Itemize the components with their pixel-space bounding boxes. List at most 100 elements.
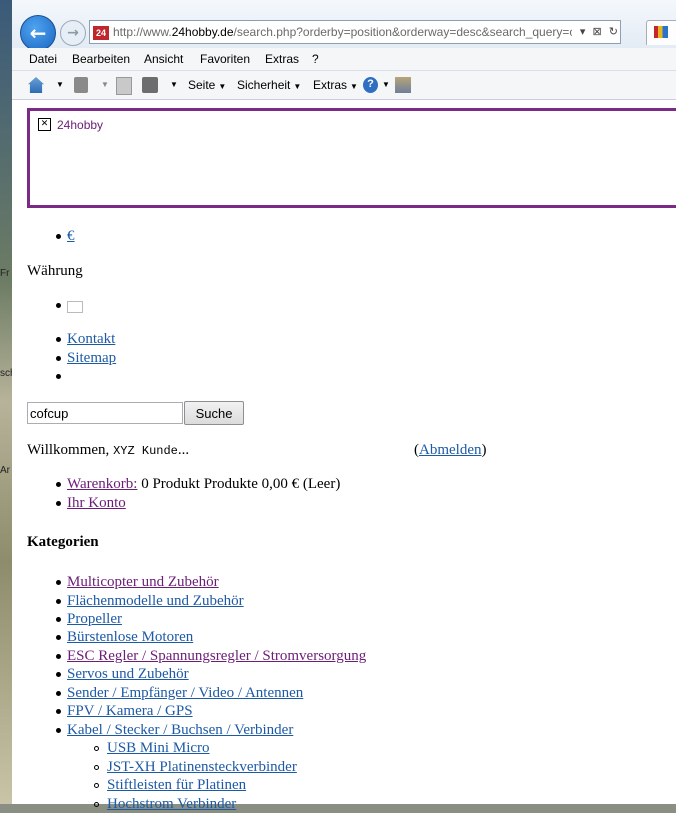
broken-image-icon: ✕: [38, 118, 51, 131]
sub-bullet: [94, 802, 99, 807]
bullet: [56, 654, 61, 659]
sicherheit-label: Sicherheit: [237, 78, 291, 92]
url-prefix: http://www.: [113, 25, 172, 39]
bullet: [56, 337, 61, 342]
refresh-icon[interactable]: ↻: [609, 26, 618, 38]
subcategory-link[interactable]: Hochstrom Verbinder: [107, 796, 236, 813]
mail-icon[interactable]: [116, 77, 132, 95]
sub-bullet: [94, 765, 99, 770]
chevron-down-icon: ▼: [350, 82, 358, 91]
home-dropdown-icon[interactable]: ▼: [56, 80, 64, 89]
sitemap-link[interactable]: Sitemap: [67, 350, 116, 367]
print-icon[interactable]: [142, 77, 158, 93]
seite-label: Seite: [188, 78, 216, 92]
category-link[interactable]: Multicopter und Zubehör: [67, 574, 219, 591]
category-link[interactable]: Flächenmodelle und Zubehör: [67, 593, 244, 610]
search-button[interactable]: Suche: [184, 401, 244, 425]
welcome-text: Willkommen, XYZ Kunde...: [27, 442, 189, 459]
bullet: [56, 501, 61, 506]
bullet: [56, 599, 61, 604]
command-bar: ▼ ▼ ▼ Seite ▼ Sicherheit ▼ Extras ▼ ? ▼: [12, 71, 676, 100]
help-icon[interactable]: ?: [363, 77, 378, 93]
bullet: [56, 709, 61, 714]
category-link[interactable]: Sender / Empfänger / Video / Antennen: [67, 685, 303, 702]
welcome-suffix: ...: [177, 442, 190, 458]
logout-close-paren: ): [481, 442, 487, 458]
url-dropdown-icon[interactable]: ▾: [580, 26, 586, 38]
cart-summary: 0 Produkt Produkte 0,00 € (Leer): [141, 476, 341, 492]
print-dropdown-icon[interactable]: ▼: [170, 80, 178, 89]
header-banner[interactable]: ✕ 24hobby: [27, 108, 676, 208]
extras-menu[interactable]: Extras ▼: [313, 78, 358, 92]
account-link[interactable]: Ihr Konto: [67, 495, 126, 512]
back-button[interactable]: ←: [20, 15, 56, 51]
categories-heading: Kategorien: [27, 534, 99, 550]
welcome-prefix: Willkommen,: [27, 442, 110, 458]
home-icon[interactable]: [28, 77, 44, 93]
menu-bearbeiten[interactable]: Bearbeiten: [72, 52, 130, 66]
banner-alt-text: 24hobby: [57, 118, 104, 132]
sicherheit-menu[interactable]: Sicherheit ▼: [237, 78, 301, 92]
compatibility-icon[interactable]: ⊠: [593, 26, 602, 38]
menu-extras[interactable]: Extras: [265, 52, 299, 66]
url-domain: 24hobby.de: [171, 25, 234, 39]
bullet: [56, 691, 61, 696]
url-tools: ▾ ⊠ ↻: [571, 21, 618, 43]
cart-line: Warenkorb: 0 Produkt Produkte 0,00 € (Le…: [67, 476, 340, 493]
category-link[interactable]: FPV / Kamera / GPS: [67, 703, 193, 720]
cart-link[interactable]: Warenkorb:: [67, 476, 137, 492]
bullet: [56, 482, 61, 487]
menu-favoriten[interactable]: Favoriten: [200, 52, 250, 66]
desktop-label: Fr: [0, 268, 10, 279]
seite-menu[interactable]: Seite ▼: [188, 78, 226, 92]
help-dropdown-icon[interactable]: ▼: [382, 80, 390, 89]
research-icon[interactable]: [395, 77, 411, 93]
category-link[interactable]: Servos und Zubehör: [67, 666, 189, 683]
subcategory-link[interactable]: Stiftleisten für Platinen: [107, 777, 246, 794]
chevron-down-icon: ▼: [218, 82, 227, 91]
logout-wrapper: (Abmelden): [414, 442, 486, 459]
subcategory-link[interactable]: JST-XH Platinensteckverbinder: [107, 759, 297, 776]
menu-help[interactable]: ?: [312, 52, 319, 66]
bullet: [56, 234, 61, 239]
chevron-down-icon: ▼: [293, 82, 302, 91]
currency-link[interactable]: €: [67, 228, 75, 245]
feeds-icon[interactable]: [74, 77, 88, 93]
category-link[interactable]: Propeller: [67, 611, 122, 628]
search-input[interactable]: [27, 402, 183, 424]
bullet: [56, 617, 61, 622]
back-arrow-icon: ←: [29, 21, 47, 45]
menu-ansicht[interactable]: Ansicht: [144, 52, 183, 66]
flag-image[interactable]: [67, 301, 83, 313]
menu-datei[interactable]: Datei: [29, 52, 57, 66]
sub-bullet: [94, 746, 99, 751]
bullet: [56, 356, 61, 361]
bullet: [56, 728, 61, 733]
address-bar-area: ← → 24 http://www.24hobby.de/search.php?o…: [12, 0, 676, 51]
tab-favicon-icon: [654, 26, 668, 38]
url-path: /search.php?orderby=position&orderway=de…: [233, 25, 583, 39]
logout-link[interactable]: Abmelden: [419, 442, 481, 458]
subcategory-link[interactable]: USB Mini Micro: [107, 740, 210, 757]
bullet: [56, 374, 61, 379]
sub-bullet: [94, 783, 99, 788]
web-page: ✕ 24hobby € Währung Kontakt Sitemap Such…: [12, 100, 676, 812]
feeds-dropdown-icon[interactable]: ▼: [101, 80, 109, 89]
contact-link[interactable]: Kontakt: [67, 331, 115, 348]
browser-window: ← → 24 http://www.24hobby.de/search.php?o…: [12, 0, 676, 812]
category-link[interactable]: Bürstenlose Motoren: [67, 629, 193, 646]
desktop-label: Ar: [0, 465, 10, 476]
menu-bar: Datei Bearbeiten Ansicht Favoriten Extra…: [12, 48, 676, 71]
extras-label: Extras: [313, 78, 348, 92]
browser-tab[interactable]: [646, 20, 676, 45]
url-field[interactable]: 24 http://www.24hobby.de/search.php?order…: [89, 20, 621, 44]
bullet: [56, 580, 61, 585]
site-favicon-icon: 24: [93, 25, 109, 40]
customer-name: XYZ Kunde: [113, 444, 178, 458]
bullet: [56, 635, 61, 640]
forward-button[interactable]: →: [60, 20, 86, 46]
category-link[interactable]: Kabel / Stecker / Buchsen / Verbinder: [67, 722, 293, 739]
bullet: [56, 672, 61, 677]
category-link[interactable]: ESC Regler / Spannungsregler / Stromvers…: [67, 648, 366, 665]
bullet: [56, 303, 61, 308]
